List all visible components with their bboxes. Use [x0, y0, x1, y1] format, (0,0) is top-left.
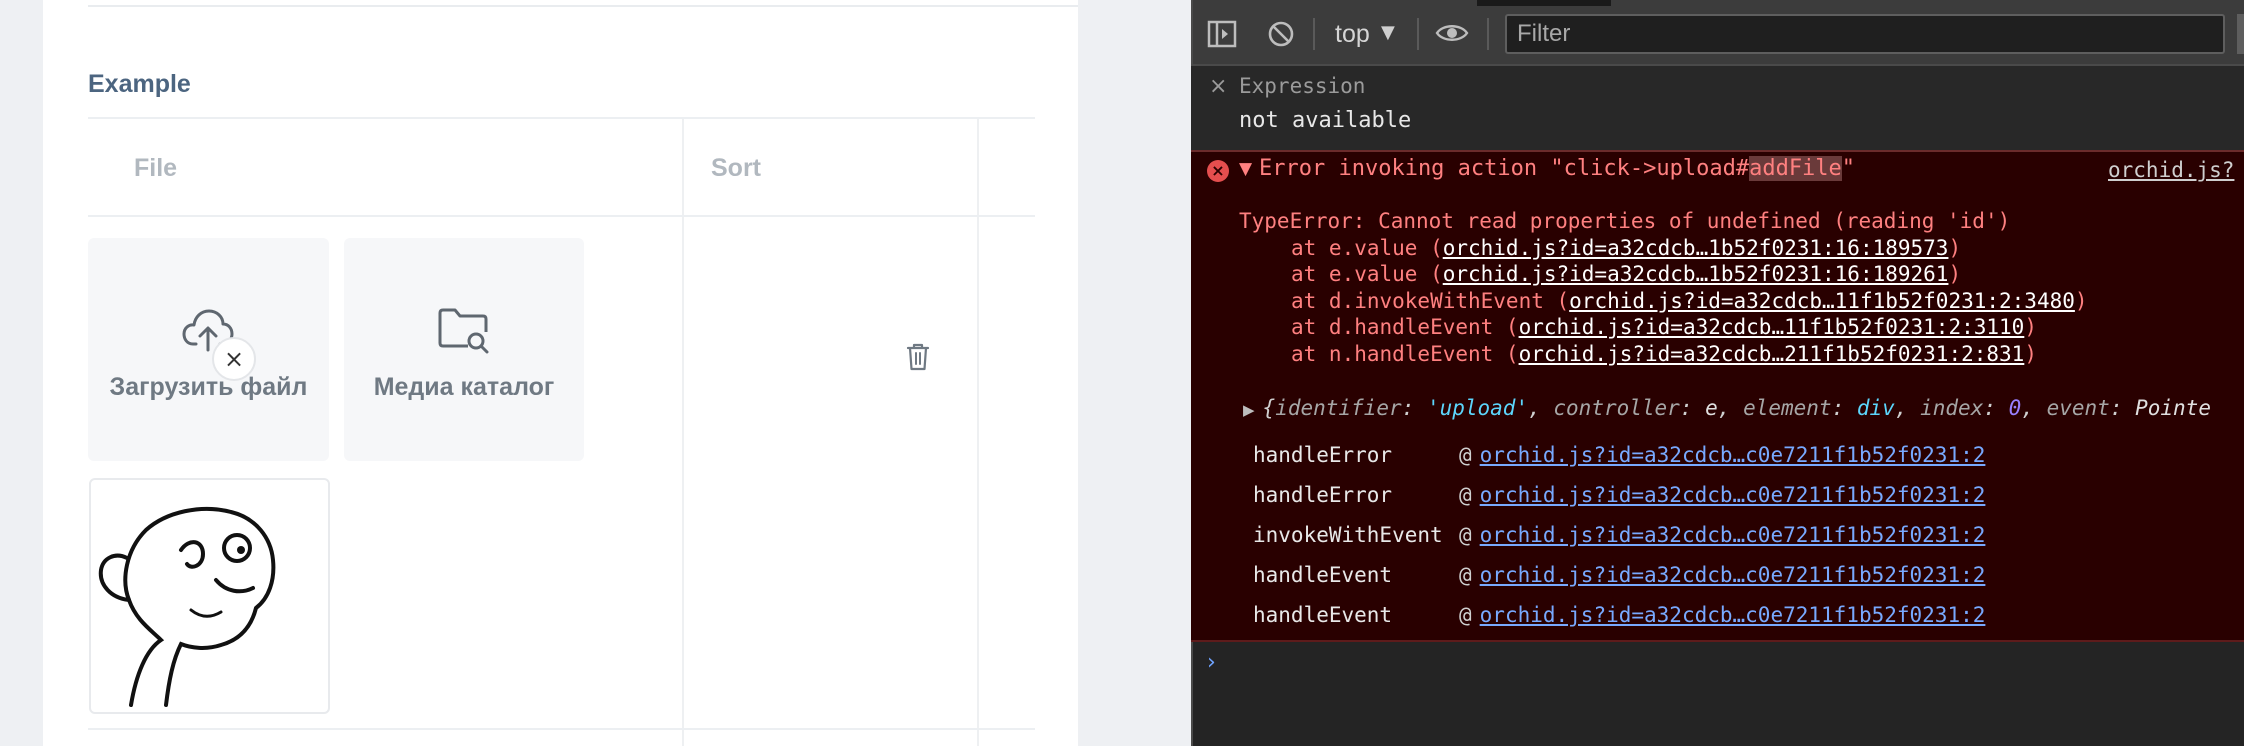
console-prompt[interactable]: › [1207, 650, 1216, 675]
stack-line: at n.handleEvent (orchid.js?id=a32cdcb…2… [1291, 341, 2037, 366]
expand-triangle-icon[interactable]: ▼ [1239, 159, 1252, 179]
toolbar-separator [1313, 18, 1315, 50]
trace-link[interactable]: orchid.js?id=a32cdcb…c0e7211f1b52f0231:2 [1480, 603, 1986, 627]
trace-row: handleError @ orchid.js?id=a32cdcb…c0e7211… [1253, 475, 1985, 515]
remove-image-button[interactable]: × [212, 337, 256, 381]
stack-link[interactable]: orchid.js?id=a32cdcb…1b52f0231:16:189573 [1443, 236, 1949, 260]
expand-triangle-icon[interactable]: ▶ [1243, 401, 1255, 419]
trace-function: invokeWithEvent [1253, 523, 1443, 547]
error-stack: TypeError: Cannot read properties of und… [1239, 208, 2088, 367]
column-header-file: File [134, 154, 178, 182]
stack-line: at d.handleEvent (orchid.js?id=a32cdcb…1… [1291, 315, 2037, 339]
async-stack-trace: handleError @ orchid.js?id=a32cdcb…c0e7211… [1253, 435, 1985, 635]
error-message-prefix: Error invoking action "click->upload# [1259, 156, 1750, 181]
header-divider [88, 215, 1035, 217]
trace-link[interactable]: orchid.js?id=a32cdcb…c0e7211f1b52f0231:2 [1480, 483, 1986, 507]
stack-link[interactable]: orchid.js?id=a32cdcb…211f1b52f0231:2:831 [1519, 342, 2025, 366]
remove-expression-button[interactable]: × [1209, 74, 1227, 99]
folder-search-icon [438, 308, 489, 354]
trace-function: handleEvent [1253, 563, 1393, 587]
upload-file-button[interactable]: Загрузить файл [88, 238, 329, 461]
row-divider [88, 728, 1035, 730]
column-header-sort: Sort [711, 154, 761, 182]
console-toolbar: top ▼ [1191, 0, 2244, 66]
tab-indicator [1477, 0, 1611, 6]
stack-text: at e.value ( [1291, 262, 1443, 286]
toolbar-overflow [2237, 14, 2244, 54]
trace-link[interactable]: orchid.js?id=a32cdcb…c0e7211f1b52f0231:2 [1480, 563, 1986, 587]
trash-icon[interactable] [906, 342, 930, 372]
media-catalog-label: Медиа каталог [373, 373, 555, 401]
sidebar-toggle-icon[interactable] [1207, 20, 1237, 48]
admin-app: Example File Sort Загрузить файл Медиа к… [0, 0, 1191, 746]
upload-file-label: Загрузить файл [109, 373, 308, 401]
filter-input[interactable] [1505, 14, 2225, 54]
media-catalog-button[interactable]: Медиа каталог [344, 238, 584, 461]
close-icon: × [223, 345, 245, 373]
clear-console-icon[interactable] [1267, 20, 1295, 48]
column-divider [682, 119, 684, 746]
stack-text: TypeError: Cannot read properties of und… [1239, 209, 2011, 233]
column-divider [977, 119, 979, 746]
stack-text: at d.invokeWithEvent ( [1291, 288, 1570, 313]
stack-text: at n.handleEvent ( [1291, 341, 1519, 366]
trace-row: handleEvent @ orchid.js?id=a32cdcb…c0e7211… [1253, 555, 1985, 595]
stack-line: TypeError: Cannot read properties of und… [1239, 208, 2088, 235]
error-message-text[interactable]: Error invoking action "click->upload#add… [1259, 156, 1855, 181]
trace-row: invokeWithEvent @ orchid.js?id=a32cdcb…c0e… [1253, 515, 1985, 555]
eye-icon[interactable] [1435, 22, 1469, 44]
devtools-console: top ▼ × Expression not available × ▼ Err… [1191, 0, 2244, 746]
trace-function: handleError [1253, 483, 1393, 507]
trace-row: handleError @ orchid.js?id=a32cdcb…c0e7211… [1253, 435, 1985, 475]
stack-line: at e.value (orchid.js?id=a32cdcb…1b52f02… [1291, 262, 1962, 286]
error-message-highlight: addFile [1749, 156, 1842, 181]
trace-function: handleError [1253, 443, 1393, 467]
section-title: Example [88, 70, 191, 98]
expression-value: not available [1239, 108, 1412, 133]
stack-text: at e.value ( [1291, 235, 1443, 260]
error-icon: × [1207, 160, 1229, 182]
stack-link[interactable]: orchid.js?id=a32cdcb…1b52f0231:16:189261 [1443, 262, 1949, 286]
error-message-suffix: " [1841, 156, 1856, 181]
stack-text: at d.handleEvent ( [1291, 315, 1519, 339]
error-source-link[interactable]: orchid.js? [2108, 158, 2234, 182]
context-selector[interactable]: top [1335, 20, 1370, 49]
stack-link[interactable]: orchid.js?id=a32cdcb…11f1b52f0231:2:3110 [1519, 315, 2025, 339]
toolbar-separator [1417, 18, 1419, 50]
trace-row: handleEvent @ orchid.js?id=a32cdcb…c0e7211… [1253, 595, 1985, 635]
stack-line: at d.invokeWithEvent (orchid.js?id=a32cd… [1291, 288, 2088, 313]
trace-link[interactable]: orchid.js?id=a32cdcb…c0e7211f1b52f0231:2 [1480, 523, 1986, 547]
expression-label[interactable]: Expression [1239, 74, 1365, 98]
sketch-face-image [98, 506, 276, 707]
uploaded-image-thumbnail[interactable] [89, 478, 330, 714]
divider [88, 5, 1078, 7]
chevron-down-icon: ▼ [1381, 22, 1395, 43]
files-table: File Sort Загрузить файл Медиа каталог [88, 117, 1035, 746]
toolbar-separator [1487, 18, 1489, 50]
object-preview[interactable]: ▶ {identifier: 'upload', controller: e, e… [1243, 396, 2211, 420]
console-error-message: × ▼ Error invoking action "click->upload… [1191, 152, 2244, 642]
live-expression: × Expression not available [1191, 66, 2244, 152]
trace-function: handleEvent [1253, 603, 1393, 627]
stack-line: at e.value (orchid.js?id=a32cdcb…1b52f02… [1291, 235, 1962, 260]
stack-link[interactable]: orchid.js?id=a32cdcb…11f1b52f0231:2:3480 [1569, 289, 2075, 313]
trace-link[interactable]: orchid.js?id=a32cdcb…c0e7211f1b52f0231:2 [1480, 443, 1986, 467]
